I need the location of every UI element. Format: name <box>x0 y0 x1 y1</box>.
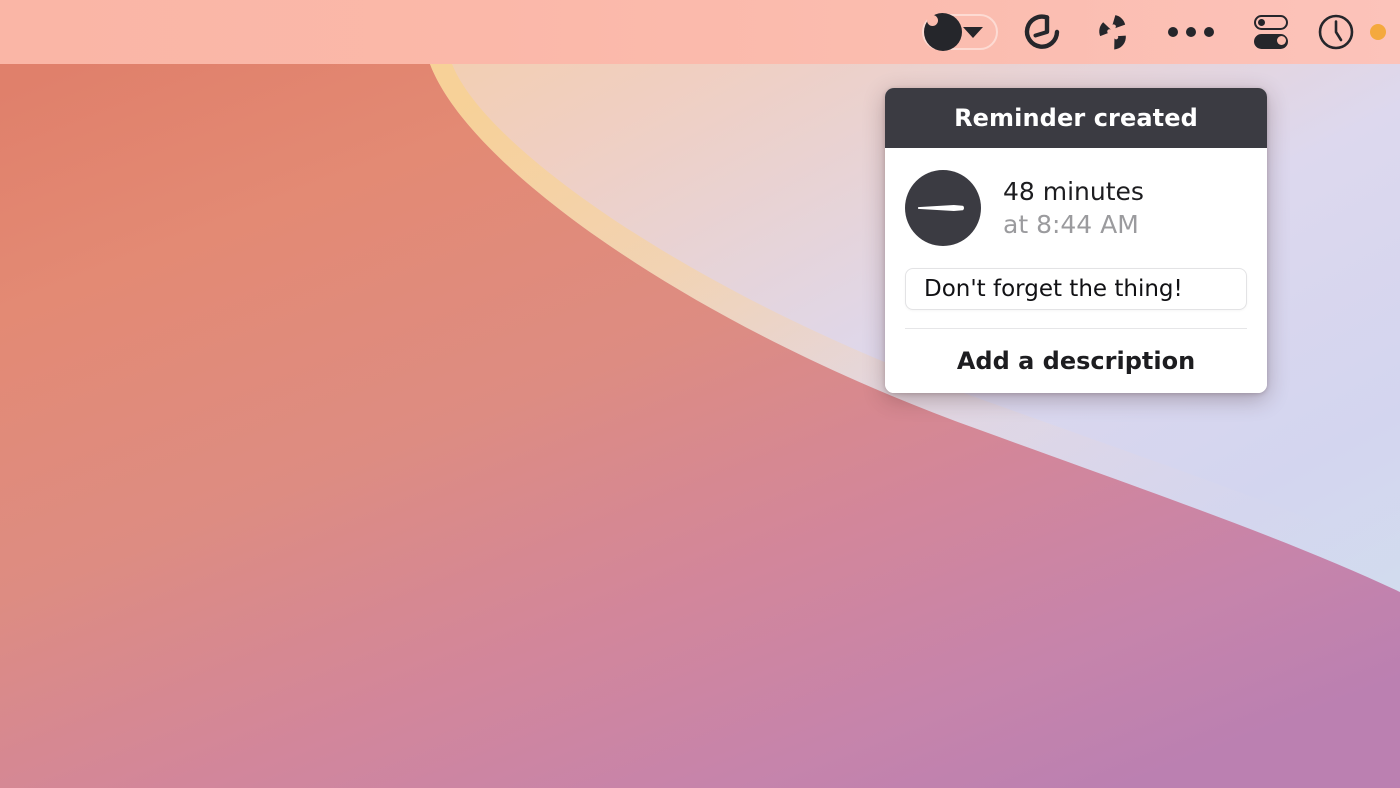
toggle-off-shape <box>1254 15 1288 30</box>
menubar <box>0 0 1400 64</box>
popup-header: Reminder created <box>885 88 1267 148</box>
battery-icon <box>922 13 998 51</box>
menubar-item-battery-status[interactable] <box>922 8 998 56</box>
timer-dial-icon <box>905 170 981 246</box>
pinwheel-icon <box>1099 15 1126 50</box>
ellipsis-icon <box>1158 27 1224 37</box>
menubar-item-quick-settings[interactable] <box>1246 8 1296 56</box>
toggle-on-shape <box>1254 34 1288 49</box>
menubar-item-notification-dot[interactable] <box>1360 8 1392 56</box>
reminder-created-popup: Reminder created 48 minutes at 8:44 AM A… <box>885 88 1267 393</box>
clock-icon <box>1318 14 1354 50</box>
timer-hand-shape <box>918 205 964 211</box>
reminder-at-time: at 8:44 AM <box>1003 210 1139 239</box>
desktop: Reminder created 48 minutes at 8:44 AM A… <box>0 0 1400 788</box>
reminder-time-row: 48 minutes at 8:44 AM <box>905 170 1247 246</box>
popup-title: Reminder created <box>954 104 1198 132</box>
timer-icon <box>1024 14 1060 49</box>
toggles-icon <box>1246 15 1296 49</box>
menubar-item-more-options[interactable] <box>1158 8 1224 56</box>
menubar-item-timer-status[interactable] <box>1020 8 1064 56</box>
add-description-button[interactable]: Add a description <box>885 329 1267 393</box>
chevron-down-icon <box>963 27 983 38</box>
reminder-time-texts: 48 minutes at 8:44 AM <box>1003 177 1144 240</box>
dot-icon <box>1370 24 1386 40</box>
menubar-item-sync-status[interactable] <box>1092 8 1134 56</box>
reminder-text-input[interactable] <box>905 268 1247 310</box>
menubar-item-clock-status[interactable] <box>1314 8 1358 56</box>
reminder-duration: 48 minutes <box>1003 176 1144 206</box>
battery-blob-shape <box>924 13 962 51</box>
popup-body: 48 minutes at 8:44 AM <box>885 148 1267 329</box>
